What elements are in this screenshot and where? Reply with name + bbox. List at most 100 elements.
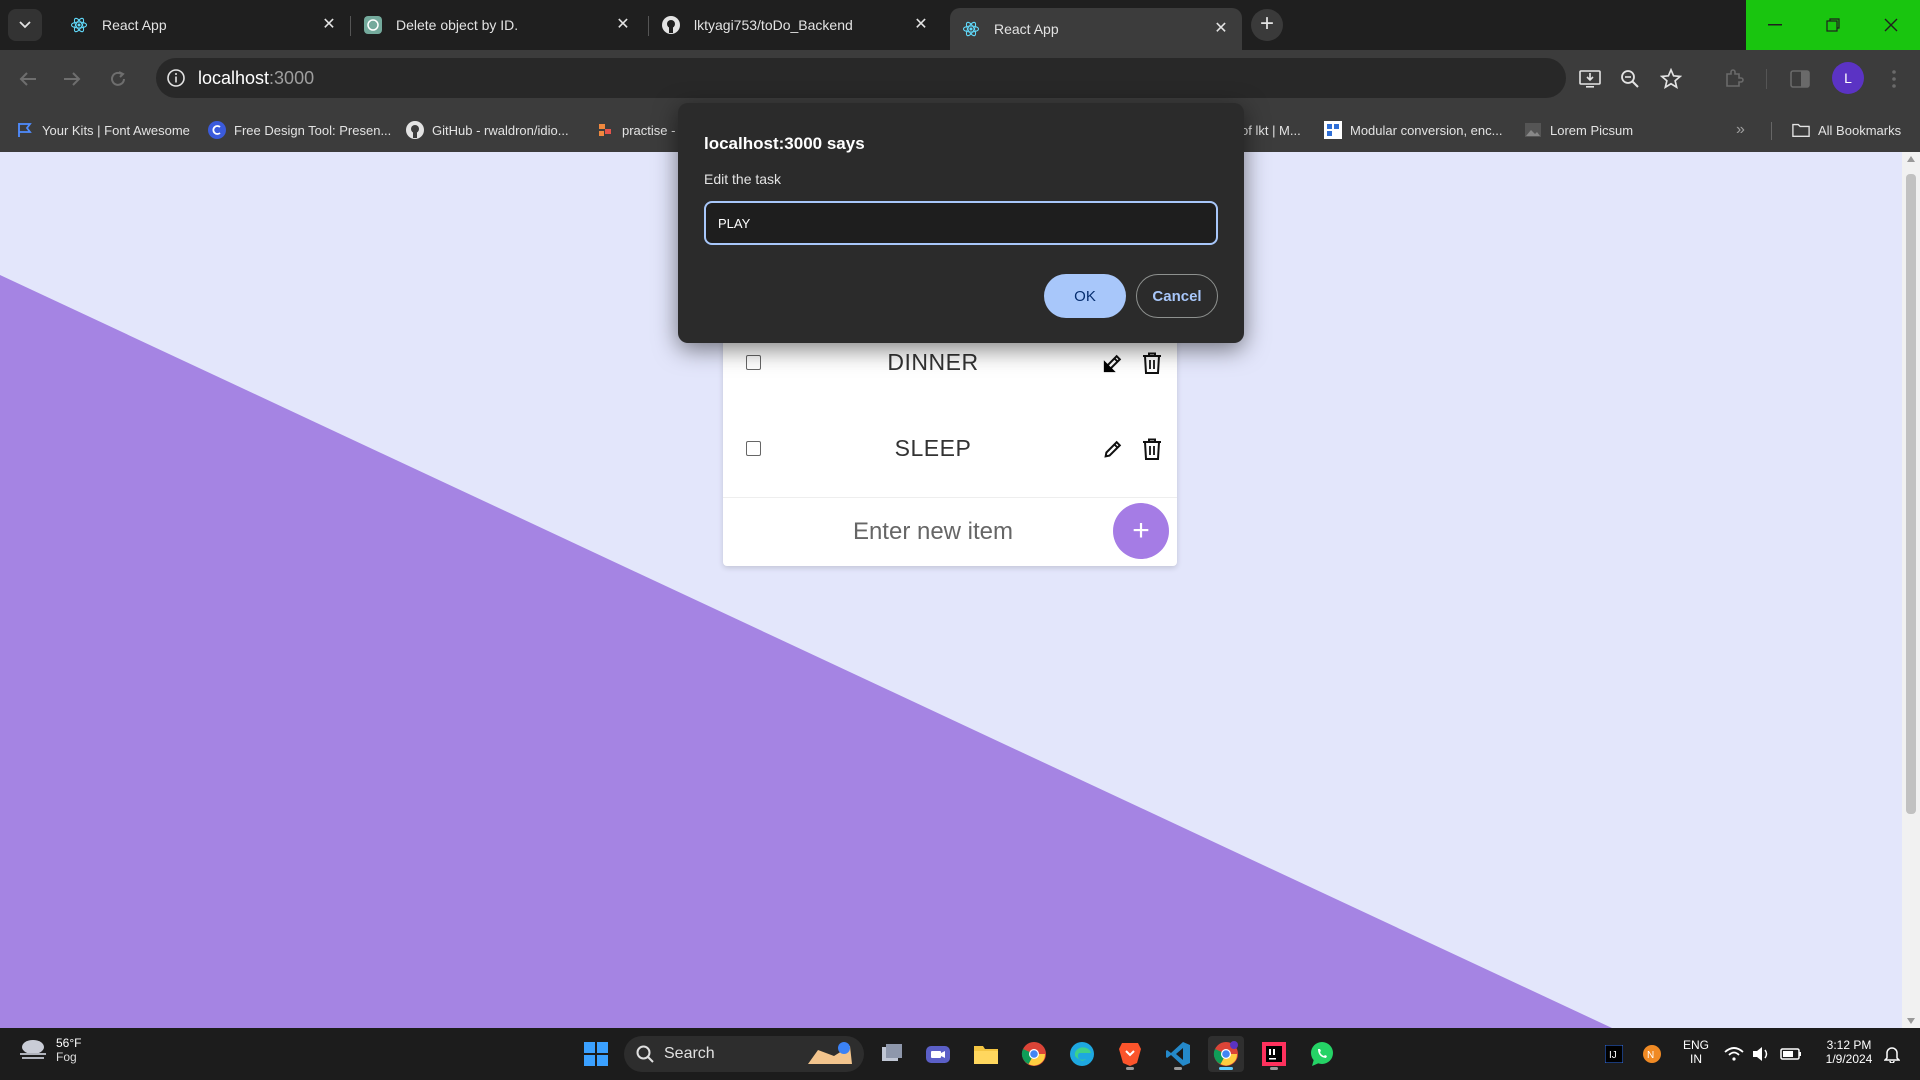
new-tab-button[interactable]: + [1251,9,1283,41]
bookmark-label: practise - [622,122,676,138]
bookmark-star-button[interactable] [1657,65,1685,93]
bookmark-label: Free Design Tool: Presen... [234,122,392,138]
todo-item: DINNER [723,335,1177,405]
tab-github-backend[interactable]: lktyagi753/toDo_Backend ✕ [650,8,942,42]
reload-button[interactable] [104,65,132,93]
file-explorer-app[interactable] [968,1036,1004,1072]
chrome-icon [1021,1042,1046,1066]
bookmark-github-rwaldron[interactable]: GitHub - rwaldron/idio... [406,118,569,142]
tab-react-app-active[interactable]: React App ✕ [950,8,1242,50]
profile-avatar[interactable]: L [1832,62,1864,94]
close-icon[interactable]: ✕ [320,16,338,34]
scroll-down-icon[interactable] [1907,1018,1915,1024]
ok-button[interactable]: OK [1044,274,1126,318]
bookmark-label: GitHub - rwaldron/idio... [432,122,569,138]
close-icon[interactable]: ✕ [912,16,930,34]
extensions-button[interactable] [1720,65,1748,93]
tab-title: React App [102,17,167,33]
task-view-button[interactable] [874,1036,910,1072]
page-scrollbar[interactable] [1902,152,1920,1028]
tab-title: lktyagi753/toDo_Backend [694,17,853,33]
chatgpt-icon [364,16,382,34]
start-button[interactable] [578,1036,614,1072]
react-icon [962,20,980,38]
install-app-button[interactable] [1576,65,1604,93]
taskbar-search[interactable]: Search [624,1036,864,1072]
add-item-button[interactable]: + [1113,503,1169,559]
tab-search-button[interactable] [8,9,42,41]
side-panel-icon [1790,70,1810,88]
side-panel-button[interactable] [1786,65,1814,93]
vscode-icon [1166,1042,1190,1066]
close-window-button[interactable] [1862,0,1920,50]
language-code: ENG [1682,1038,1709,1052]
whatsapp-app[interactable] [1304,1036,1340,1072]
divider [723,497,1177,498]
scrollbar-thumb[interactable] [1906,174,1916,814]
react-icon [70,16,88,34]
menu-button[interactable] [1880,65,1908,93]
edit-icon[interactable] [1102,352,1124,374]
bookmark-lkt[interactable]: of lkt | M... [1241,118,1301,142]
restore-button[interactable] [1804,0,1862,50]
url-text: localhost:3000 [198,68,315,88]
dialog-title: localhost:3000 says [704,134,865,153]
bookmark-modular-conversion[interactable]: Modular conversion, enc... [1324,118,1502,142]
bookmark-practise[interactable]: practise - [596,118,675,142]
teams-meet-app[interactable] [920,1036,956,1072]
bookmark-font-awesome[interactable]: Your Kits | Font Awesome [16,118,190,142]
zoom-button[interactable] [1616,65,1644,93]
info-icon[interactable] [166,68,186,88]
cancel-button[interactable]: Cancel [1136,274,1218,318]
quick-settings[interactable] [1720,1036,1816,1072]
todo-checkbox[interactable] [746,441,761,456]
svg-text:N: N [1647,1050,1654,1061]
battery-icon [1780,1048,1801,1060]
brave-app[interactable] [1112,1036,1148,1072]
bookmark-lorem-picsum[interactable]: Lorem Picsum [1524,118,1633,142]
edit-icon[interactable] [1102,438,1124,460]
dialog-input[interactable] [704,201,1218,245]
bookmark-canva[interactable]: Free Design Tool: Presen... [208,118,391,142]
back-button[interactable] [14,65,42,93]
vscode-app[interactable] [1160,1036,1196,1072]
arrow-right-icon [64,72,81,86]
todo-checkbox[interactable] [746,355,761,370]
double-chevron-right-icon: » [1736,121,1745,138]
weather-widget[interactable]: 56°F Fog [18,1036,81,1064]
new-item-input[interactable] [783,507,1083,557]
close-icon[interactable]: ✕ [1212,20,1230,38]
minimize-button[interactable] [1746,0,1804,50]
chrome-profile-app[interactable] [1208,1036,1244,1072]
minimize-icon [1768,24,1782,26]
tab-react-app-1[interactable]: React App ✕ [58,8,350,42]
dialog-message: Edit the task [704,171,782,187]
clock-date: 1/9/2024 [1825,1052,1873,1066]
tab-delete-object[interactable]: Delete object by ID. ✕ [352,8,644,42]
intellij-icon [1262,1042,1286,1066]
address-bar[interactable]: localhost:3000 [156,58,1566,98]
bookmarks-overflow-button[interactable]: » [1736,118,1745,142]
svg-text:IJ: IJ [1609,1050,1617,1061]
tray-app-icon[interactable]: N [1638,1036,1666,1072]
all-bookmarks-button[interactable]: All Bookmarks [1792,118,1901,142]
trash-icon[interactable] [1142,438,1162,460]
language-indicator[interactable]: ENG IN [1680,1038,1712,1066]
puzzle-icon [1726,69,1744,87]
browser-tab-strip: React App ✕ Delete object by ID. ✕ lktya… [0,0,1920,50]
chevron-down-icon [19,21,31,29]
bookmark-icon [596,121,614,139]
trash-icon[interactable] [1142,352,1162,374]
scroll-up-icon[interactable] [1907,156,1915,162]
clock[interactable]: 3:12 PM 1/9/2024 [1818,1038,1880,1066]
weather-temp: 56°F [56,1036,82,1050]
tab-title: Delete object by ID. [396,17,519,33]
forward-button[interactable] [58,65,86,93]
edge-app[interactable] [1064,1036,1100,1072]
chrome-app[interactable] [1016,1036,1052,1072]
intellij-app[interactable] [1256,1036,1292,1072]
region-code: IN [1690,1052,1702,1066]
close-icon[interactable]: ✕ [614,16,632,34]
notifications-button[interactable] [1878,1036,1906,1072]
tray-intellij-icon[interactable]: IJ [1600,1036,1628,1072]
